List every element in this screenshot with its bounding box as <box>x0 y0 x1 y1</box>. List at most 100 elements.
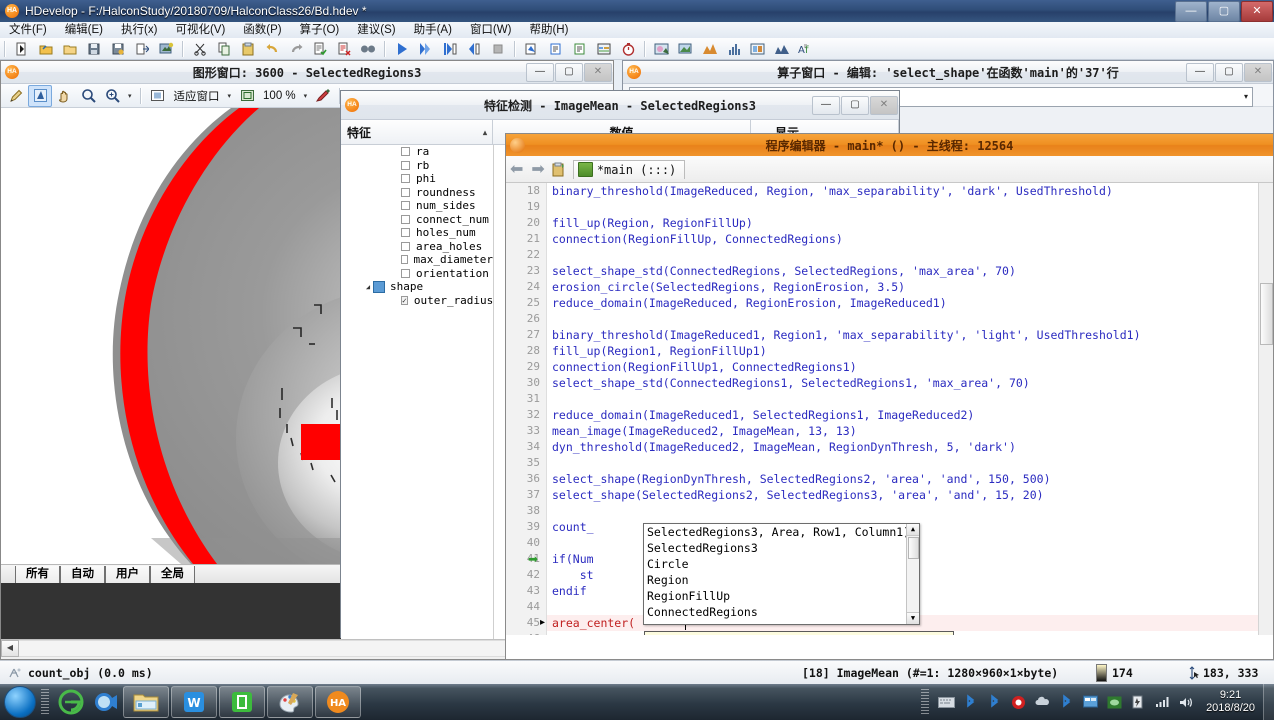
code-line[interactable]: st <box>552 567 594 583</box>
fit-window-icon[interactable] <box>146 85 170 107</box>
code-line[interactable]: connection(RegionFillUp, ConnectedRegion… <box>552 231 843 247</box>
network-icon[interactable] <box>1081 693 1099 711</box>
taskbar-item-explorer[interactable] <box>123 686 169 718</box>
matching-icon[interactable] <box>747 38 769 59</box>
taskbar-grip[interactable] <box>41 689 49 715</box>
tray-grip[interactable] <box>921 689 930 715</box>
pencil-icon[interactable] <box>4 85 28 107</box>
gray-profile-icon[interactable] <box>771 38 793 59</box>
tab-auto[interactable]: 自动 <box>60 566 105 583</box>
feature-checkbox[interactable] <box>401 255 408 265</box>
scroll-thumb[interactable] <box>908 537 919 559</box>
reload-image-icon[interactable] <box>155 38 177 59</box>
code-line[interactable]: if(Num <box>552 551 594 567</box>
code-line[interactable]: fill_up(Region, RegionFillUp) <box>552 215 753 231</box>
feature-row[interactable]: ra <box>341 145 493 159</box>
operator-close-button[interactable]: ✕ <box>1244 62 1272 82</box>
battery-icon[interactable] <box>1129 693 1147 711</box>
bluetooth3-icon[interactable] <box>1057 693 1075 711</box>
volume-icon[interactable] <box>1177 693 1195 711</box>
windows-start-icon[interactable] <box>4 686 36 718</box>
variable-window-icon[interactable] <box>593 38 615 59</box>
code-line[interactable]: reduce_domain(ImageReduced1, SelectedReg… <box>552 407 974 423</box>
step-out-icon[interactable] <box>463 38 485 59</box>
taskbar-item-paint[interactable] <box>267 686 313 718</box>
menu-procedures[interactable]: 函数(P) <box>234 22 290 38</box>
feature-group-shape[interactable]: ◢ shape <box>341 280 493 294</box>
magnifier-icon[interactable] <box>76 85 100 107</box>
menu-window[interactable]: 窗口(W) <box>461 22 521 38</box>
graphics-maximize-button[interactable]: ▢ <box>555 62 583 82</box>
code-line[interactable]: binary_threshold(ImageReduced1, Region1,… <box>552 327 1141 343</box>
column-header-feature[interactable]: 特征 ▴ <box>341 120 493 144</box>
ocr-icon[interactable]: Af <box>795 38 817 59</box>
zoom-level-arrow-icon[interactable]: ▾ <box>300 92 312 100</box>
feature-minimize-button[interactable]: — <box>812 95 840 115</box>
feature-row[interactable]: holes_num <box>341 226 493 240</box>
feature-checkbox[interactable] <box>401 228 410 238</box>
feature-maximize-button[interactable]: ▢ <box>841 95 869 115</box>
code-line[interactable]: endif <box>552 583 587 599</box>
tab-global[interactable]: 全局 <box>150 566 195 583</box>
new-file-icon[interactable] <box>11 38 33 59</box>
export-icon[interactable] <box>131 38 153 59</box>
keyboard-icon[interactable] <box>937 693 955 711</box>
feature-close-button[interactable]: ✕ <box>870 95 898 115</box>
save-as-icon[interactable] <box>107 38 129 59</box>
show-desktop-button[interactable] <box>1263 684 1274 720</box>
uncomment-icon[interactable] <box>333 38 355 59</box>
feature-row[interactable]: rb <box>341 159 493 173</box>
insert-icon[interactable] <box>521 38 543 59</box>
code-line[interactable]: select_shape(SelectedRegions2, SelectedR… <box>552 487 1044 503</box>
menu-execute[interactable]: 执行(x) <box>112 22 166 38</box>
step-over-icon[interactable] <box>415 38 437 59</box>
tab-main-procedure[interactable]: *main (:::) <box>572 159 686 179</box>
save-icon[interactable] <box>83 38 105 59</box>
autocomplete-item[interactable]: ConnectedRegions <box>644 604 919 620</box>
close-button[interactable]: ✕ <box>1241 1 1273 22</box>
autocomplete-item[interactable]: Circle <box>644 556 919 572</box>
autocomplete-item[interactable]: Region <box>644 572 919 588</box>
autocomplete-list[interactable]: SelectedRegions3, Area, Row1, Column1) S… <box>644 524 919 620</box>
code-line[interactable]: connection(RegionFillUp1, ConnectedRegio… <box>552 359 857 375</box>
expander-triangle-icon[interactable]: ◢ <box>363 283 373 291</box>
undo-icon[interactable] <box>261 38 283 59</box>
media-player-icon[interactable] <box>90 687 120 717</box>
autocomplete-item[interactable]: SelectedRegions3 <box>644 540 919 556</box>
clipboard-icon[interactable] <box>549 159 569 179</box>
redo-icon[interactable] <box>285 38 307 59</box>
menu-visualization[interactable]: 可视化(V) <box>166 22 234 38</box>
menu-file[interactable]: 文件(F) <box>0 22 56 38</box>
graphics-close-button[interactable]: ✕ <box>584 62 612 82</box>
feature-checkbox[interactable] <box>401 147 410 157</box>
menu-suggestions[interactable]: 建议(S) <box>348 22 404 38</box>
code-line[interactable]: binary_threshold(ImageReduced, Region, '… <box>552 183 1113 199</box>
run-icon[interactable] <box>391 38 413 59</box>
signal-icon[interactable] <box>1153 693 1171 711</box>
chevron-down-icon[interactable]: ▾ <box>1244 92 1248 101</box>
forward-arrow-icon[interactable]: ➡ <box>527 159 548 179</box>
scroll-thumb[interactable] <box>1260 283 1273 345</box>
taskbar-item-wps-writer[interactable]: W <box>171 686 217 718</box>
fit-window-label[interactable]: 适应窗口 <box>170 88 224 104</box>
taskbar-clock[interactable]: 9:21 2018/8/20 <box>1198 689 1263 715</box>
code-line[interactable]: dyn_threshold(ImageReduced2, ImageMean, … <box>552 439 1016 455</box>
tab-all[interactable]: 所有 <box>15 566 60 583</box>
histogram-icon[interactable] <box>723 38 745 59</box>
menu-assistants[interactable]: 助手(A) <box>405 22 461 38</box>
feature-checkbox[interactable] <box>401 241 410 251</box>
feature-checkbox[interactable] <box>401 160 410 170</box>
scroll-up-button[interactable]: ▲ <box>907 524 919 536</box>
bluetooth-icon[interactable] <box>961 693 979 711</box>
feature-row[interactable]: orientation <box>341 267 493 281</box>
code-vertical-scrollbar[interactable] <box>1258 183 1273 635</box>
feature-row[interactable]: connect_num <box>341 213 493 227</box>
color-pen-icon[interactable] <box>311 85 335 107</box>
graphics-minimize-button[interactable]: — <box>526 62 554 82</box>
menu-operators[interactable]: 算子(O) <box>291 22 349 38</box>
code-line[interactable]: fill_up(Region1, RegionFillUp1) <box>552 343 767 359</box>
feature-row[interactable]: num_sides <box>341 199 493 213</box>
open-recent-icon[interactable] <box>59 38 81 59</box>
code-line[interactable]: mean_image(ImageReduced2, ImageMean, 13,… <box>552 423 857 439</box>
feature-checkbox[interactable] <box>401 268 410 278</box>
